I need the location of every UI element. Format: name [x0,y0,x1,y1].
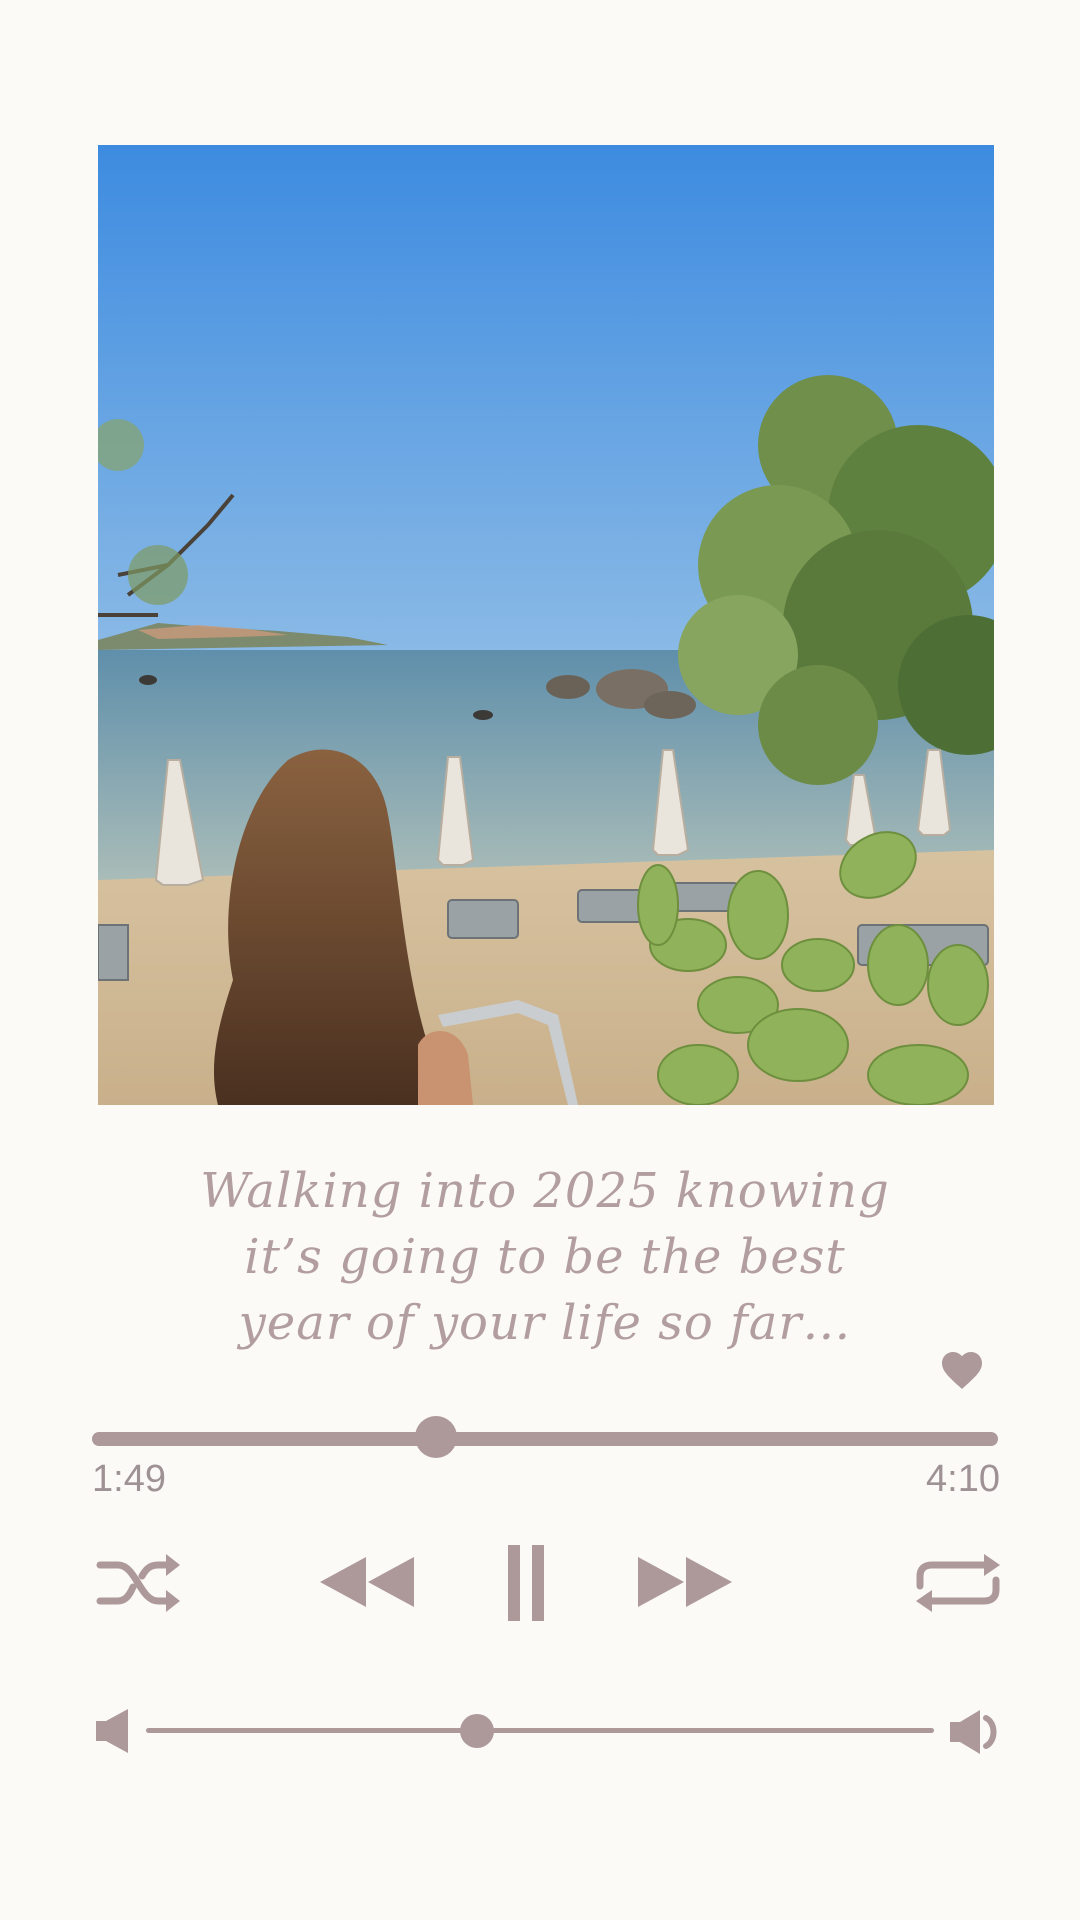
volume-knob[interactable] [459,1714,494,1748]
fast-forward-icon [638,1557,732,1607]
progress-track[interactable] [92,1432,998,1446]
album-artwork [98,145,994,1105]
elapsed-time: 1:49 [92,1458,166,1500]
caption-line-1: Walking into 2025 knowing [200,1163,890,1219]
caption-line-2: it’s going to be the best [244,1229,846,1285]
repeat-button[interactable] [914,1550,1002,1616]
shuffle-button[interactable] [96,1550,182,1616]
volume-slider[interactable] [146,1714,934,1748]
progress-bar[interactable] [92,1416,998,1458]
volume-low-icon [96,1709,128,1753]
caption-line-3: year of your life so far… [238,1295,852,1351]
heart-icon [942,1352,982,1389]
rewind-button[interactable] [318,1555,416,1609]
beach-photo [98,145,994,1105]
volume-high-icon [950,1710,997,1754]
volume-track[interactable] [146,1728,934,1733]
volume-max-button[interactable] [948,1709,1002,1755]
total-time: 4:10 [926,1458,1000,1500]
pause-button[interactable] [506,1545,546,1621]
repeat-icon [916,1554,1000,1612]
pause-icon [508,1545,544,1621]
shuffle-icon [96,1554,180,1612]
rewind-icon [320,1557,414,1607]
fast-forward-button[interactable] [636,1555,734,1609]
like-button[interactable] [938,1346,986,1394]
progress-scrubber[interactable] [415,1416,458,1458]
volume-mute-button[interactable] [94,1709,134,1753]
song-caption: Walking into 2025 knowing it’s going to … [120,1158,970,1356]
